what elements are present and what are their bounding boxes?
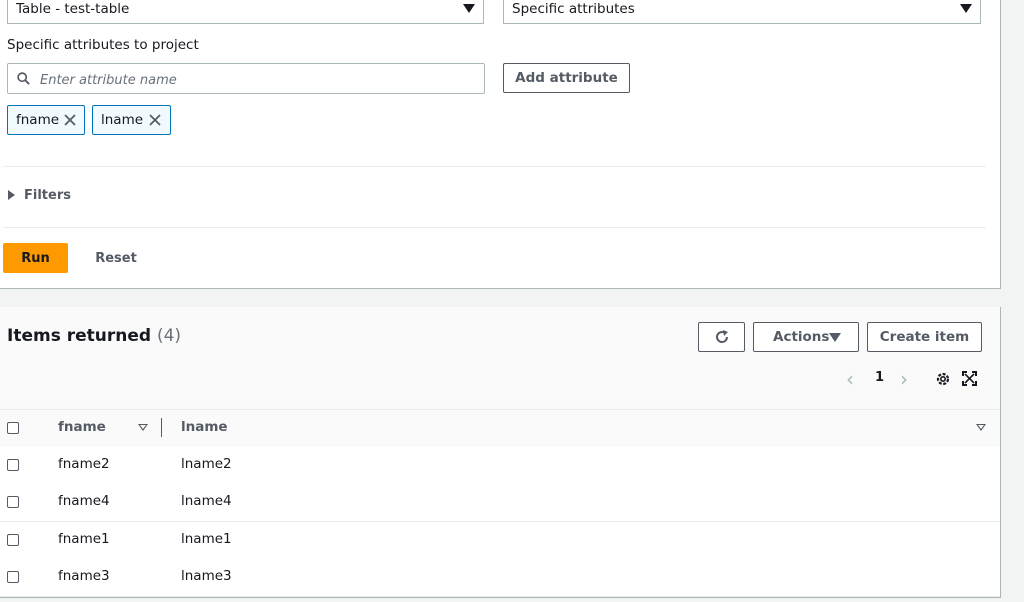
create-item-button[interactable]: Create item (867, 322, 982, 352)
table-header (0, 409, 1000, 449)
table-row[interactable]: fname2 lname2 (0, 447, 1000, 485)
table-select[interactable]: Table - test-table (7, 0, 484, 24)
chevron-right-icon[interactable]: › (900, 369, 908, 389)
actions-label: Actions (773, 329, 830, 345)
refresh-icon (716, 330, 729, 343)
caret-down-icon (463, 4, 475, 13)
column-header-lname[interactable]: lname (181, 419, 228, 435)
items-heading: Items returned (4) (7, 326, 181, 346)
projection-select-value: Specific attributes (512, 1, 635, 17)
row-checkbox[interactable] (7, 571, 19, 583)
cell-fname: fname2 (58, 456, 110, 472)
projection-select[interactable]: Specific attributes (503, 0, 981, 24)
cell-fname: fname3 (58, 568, 110, 584)
table-row[interactable]: fname4 lname4 (0, 484, 1000, 522)
chevron-left-icon[interactable]: ‹ (846, 369, 854, 389)
fullscreen-icon[interactable] (962, 371, 977, 386)
table-row[interactable]: fname3 lname3 (0, 559, 1000, 597)
filters-label: Filters (24, 188, 71, 203)
token-label: lname (101, 112, 144, 128)
items-title: Items returned (7, 326, 152, 346)
attribute-search-input[interactable] (38, 69, 482, 91)
refresh-button[interactable] (698, 322, 745, 352)
page-number[interactable]: 1 (875, 370, 884, 385)
run-button[interactable]: Run (3, 243, 68, 273)
sort-icon[interactable] (138, 424, 148, 431)
close-icon[interactable] (63, 113, 77, 127)
table-row[interactable]: fname1 lname1 (0, 522, 1000, 560)
cell-lname: lname1 (181, 531, 232, 547)
cell-fname: fname4 (58, 493, 110, 509)
attribute-search-field[interactable] (7, 63, 485, 94)
cell-lname: lname3 (181, 568, 232, 584)
filters-toggle[interactable]: Filters (8, 188, 71, 203)
token-lname: lname (92, 105, 171, 135)
caret-down-icon (829, 333, 841, 342)
cell-lname: lname4 (181, 493, 232, 509)
reset-button[interactable]: Reset (88, 243, 144, 273)
close-icon[interactable] (148, 113, 162, 127)
items-count: (4) (156, 326, 182, 346)
cell-lname: lname2 (181, 456, 232, 472)
row-checkbox[interactable] (7, 534, 19, 546)
row-checkbox[interactable] (7, 459, 19, 471)
caret-down-icon (960, 4, 972, 13)
actions-button[interactable]: Actions (753, 322, 859, 352)
cell-fname: fname1 (58, 531, 110, 547)
add-attribute-button[interactable]: Add attribute (503, 63, 630, 93)
select-all-checkbox[interactable] (7, 422, 19, 434)
column-header-fname[interactable]: fname (58, 419, 106, 435)
token-fname: fname (7, 105, 85, 135)
token-label: fname (16, 112, 60, 128)
search-icon (17, 72, 30, 85)
divider (3, 166, 986, 167)
sort-icon[interactable] (976, 424, 986, 431)
column-resizer[interactable] (161, 418, 162, 437)
projection-label: Specific attributes to project (7, 37, 199, 53)
query-panel: Table - test-table Specific attributes S… (0, 0, 1001, 289)
row-checkbox[interactable] (7, 496, 19, 508)
table-select-value: Table - test-table (16, 1, 130, 17)
caret-right-icon (8, 189, 15, 200)
divider (3, 227, 986, 228)
gear-icon[interactable] (935, 371, 951, 387)
